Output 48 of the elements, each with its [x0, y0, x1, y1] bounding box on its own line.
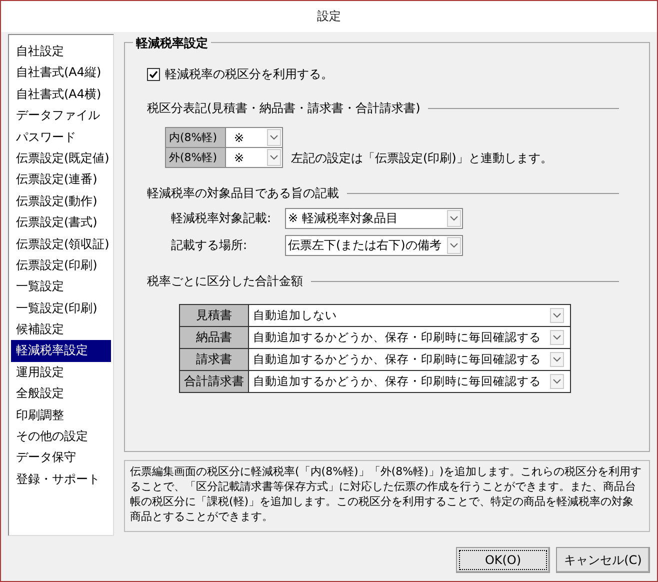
section-heading: 税区分表記(見積書・納品書・請求書・合計請求書): [147, 100, 420, 116]
sidebar-item[interactable]: 伝票設定(動作): [11, 190, 111, 212]
sidebar-item[interactable]: 一覧設定(印刷): [11, 298, 111, 320]
sidebar-item[interactable]: パスワード: [11, 126, 111, 148]
sidebar-item[interactable]: 登録・サポート: [11, 468, 111, 490]
sidebar-item[interactable]: 運用設定: [11, 362, 111, 384]
sidebar-item[interactable]: 伝票設定(領収証): [11, 234, 111, 255]
dropdown[interactable]: ※ 軽減税率対象品目: [285, 208, 463, 229]
dropdown[interactable]: 自動追加するかどうか、保存・印刷時に毎回確認する: [249, 327, 570, 348]
sidebar-item[interactable]: 印刷調整: [11, 404, 111, 426]
section-heading: 税率ごとに区分した合計金額: [147, 272, 303, 290]
row-label: 請求書: [180, 349, 249, 370]
checkbox-label: 軽減税率の税区分を利用する。: [165, 66, 333, 82]
dropdown[interactable]: ※: [226, 148, 282, 167]
sidebar-item[interactable]: 伝票設定(既定値): [11, 148, 111, 170]
dropdown[interactable]: ※: [226, 128, 282, 147]
dialog-button[interactable]: OK(O): [456, 547, 550, 573]
group-title: 軽減税率設定: [133, 35, 211, 52]
sidebar-item[interactable]: 自社書式(A4縦): [11, 62, 111, 84]
sidebar-item[interactable]: 伝票設定(書式): [11, 212, 111, 234]
row-label: 合計請求書: [180, 371, 249, 392]
window-title: 設定: [317, 8, 341, 25]
field-label: 軽減税率対象記載:: [171, 210, 272, 227]
section-heading: 軽減税率の対象品目である旨の記載: [147, 184, 339, 202]
row-label: 外(8%軽): [166, 148, 226, 167]
sidebar-item[interactable]: 自社書式(A4横): [11, 84, 111, 106]
dropdown[interactable]: 自動追加しない: [249, 305, 570, 326]
sidebar-item[interactable]: 候補設定: [11, 319, 111, 340]
sidebar-item[interactable]: 全般設定: [11, 383, 111, 405]
sidebar-item[interactable]: 一覧設定: [11, 276, 111, 298]
description-text: 伝票編集画面の税区分に軽減税率(「内(8%軽)」「外(8%軽)」)を追加します。これらの税区分を利用することで、「区分記載請求書等保存方式」に対応した伝票の作成を行うことができます。また、商品台帳の税区分に「課税(軽)」を追加します。この税区分を利用することで、特定の商品を軽減税率の対象商品とすることができます。: [124, 460, 650, 532]
dropdown[interactable]: 伝票左下(または右下)の備考: [285, 235, 463, 256]
sidebar-item[interactable]: データファイル: [11, 105, 111, 127]
sidebar-item[interactable]: 軽減税率設定: [11, 340, 111, 362]
row-label: 見積書: [180, 305, 249, 326]
sidebar-item[interactable]: 伝票設定(連番): [11, 169, 111, 191]
sidebar-item[interactable]: 自社設定: [11, 41, 111, 62]
sidebar-item[interactable]: データ保守: [11, 447, 111, 469]
sidebar-item[interactable]: その他の設定: [11, 426, 111, 448]
dropdown[interactable]: 自動追加するかどうか、保存・印刷時に毎回確認する: [249, 349, 570, 370]
checkbox[interactable]: [147, 68, 160, 80]
field-label: 記載する場所:: [171, 237, 248, 254]
note-text: 左記の設定は「伝票設定(印刷)」と連動します。: [291, 150, 552, 167]
sidebar-item[interactable]: 伝票設定(印刷): [11, 254, 111, 276]
row-label: 内(8%軽): [166, 128, 226, 147]
dialog-button[interactable]: キャンセル(C): [556, 547, 650, 573]
dropdown[interactable]: 自動追加するかどうか、保存・印刷時に毎回確認する: [249, 371, 570, 392]
row-label: 納品書: [180, 327, 249, 348]
